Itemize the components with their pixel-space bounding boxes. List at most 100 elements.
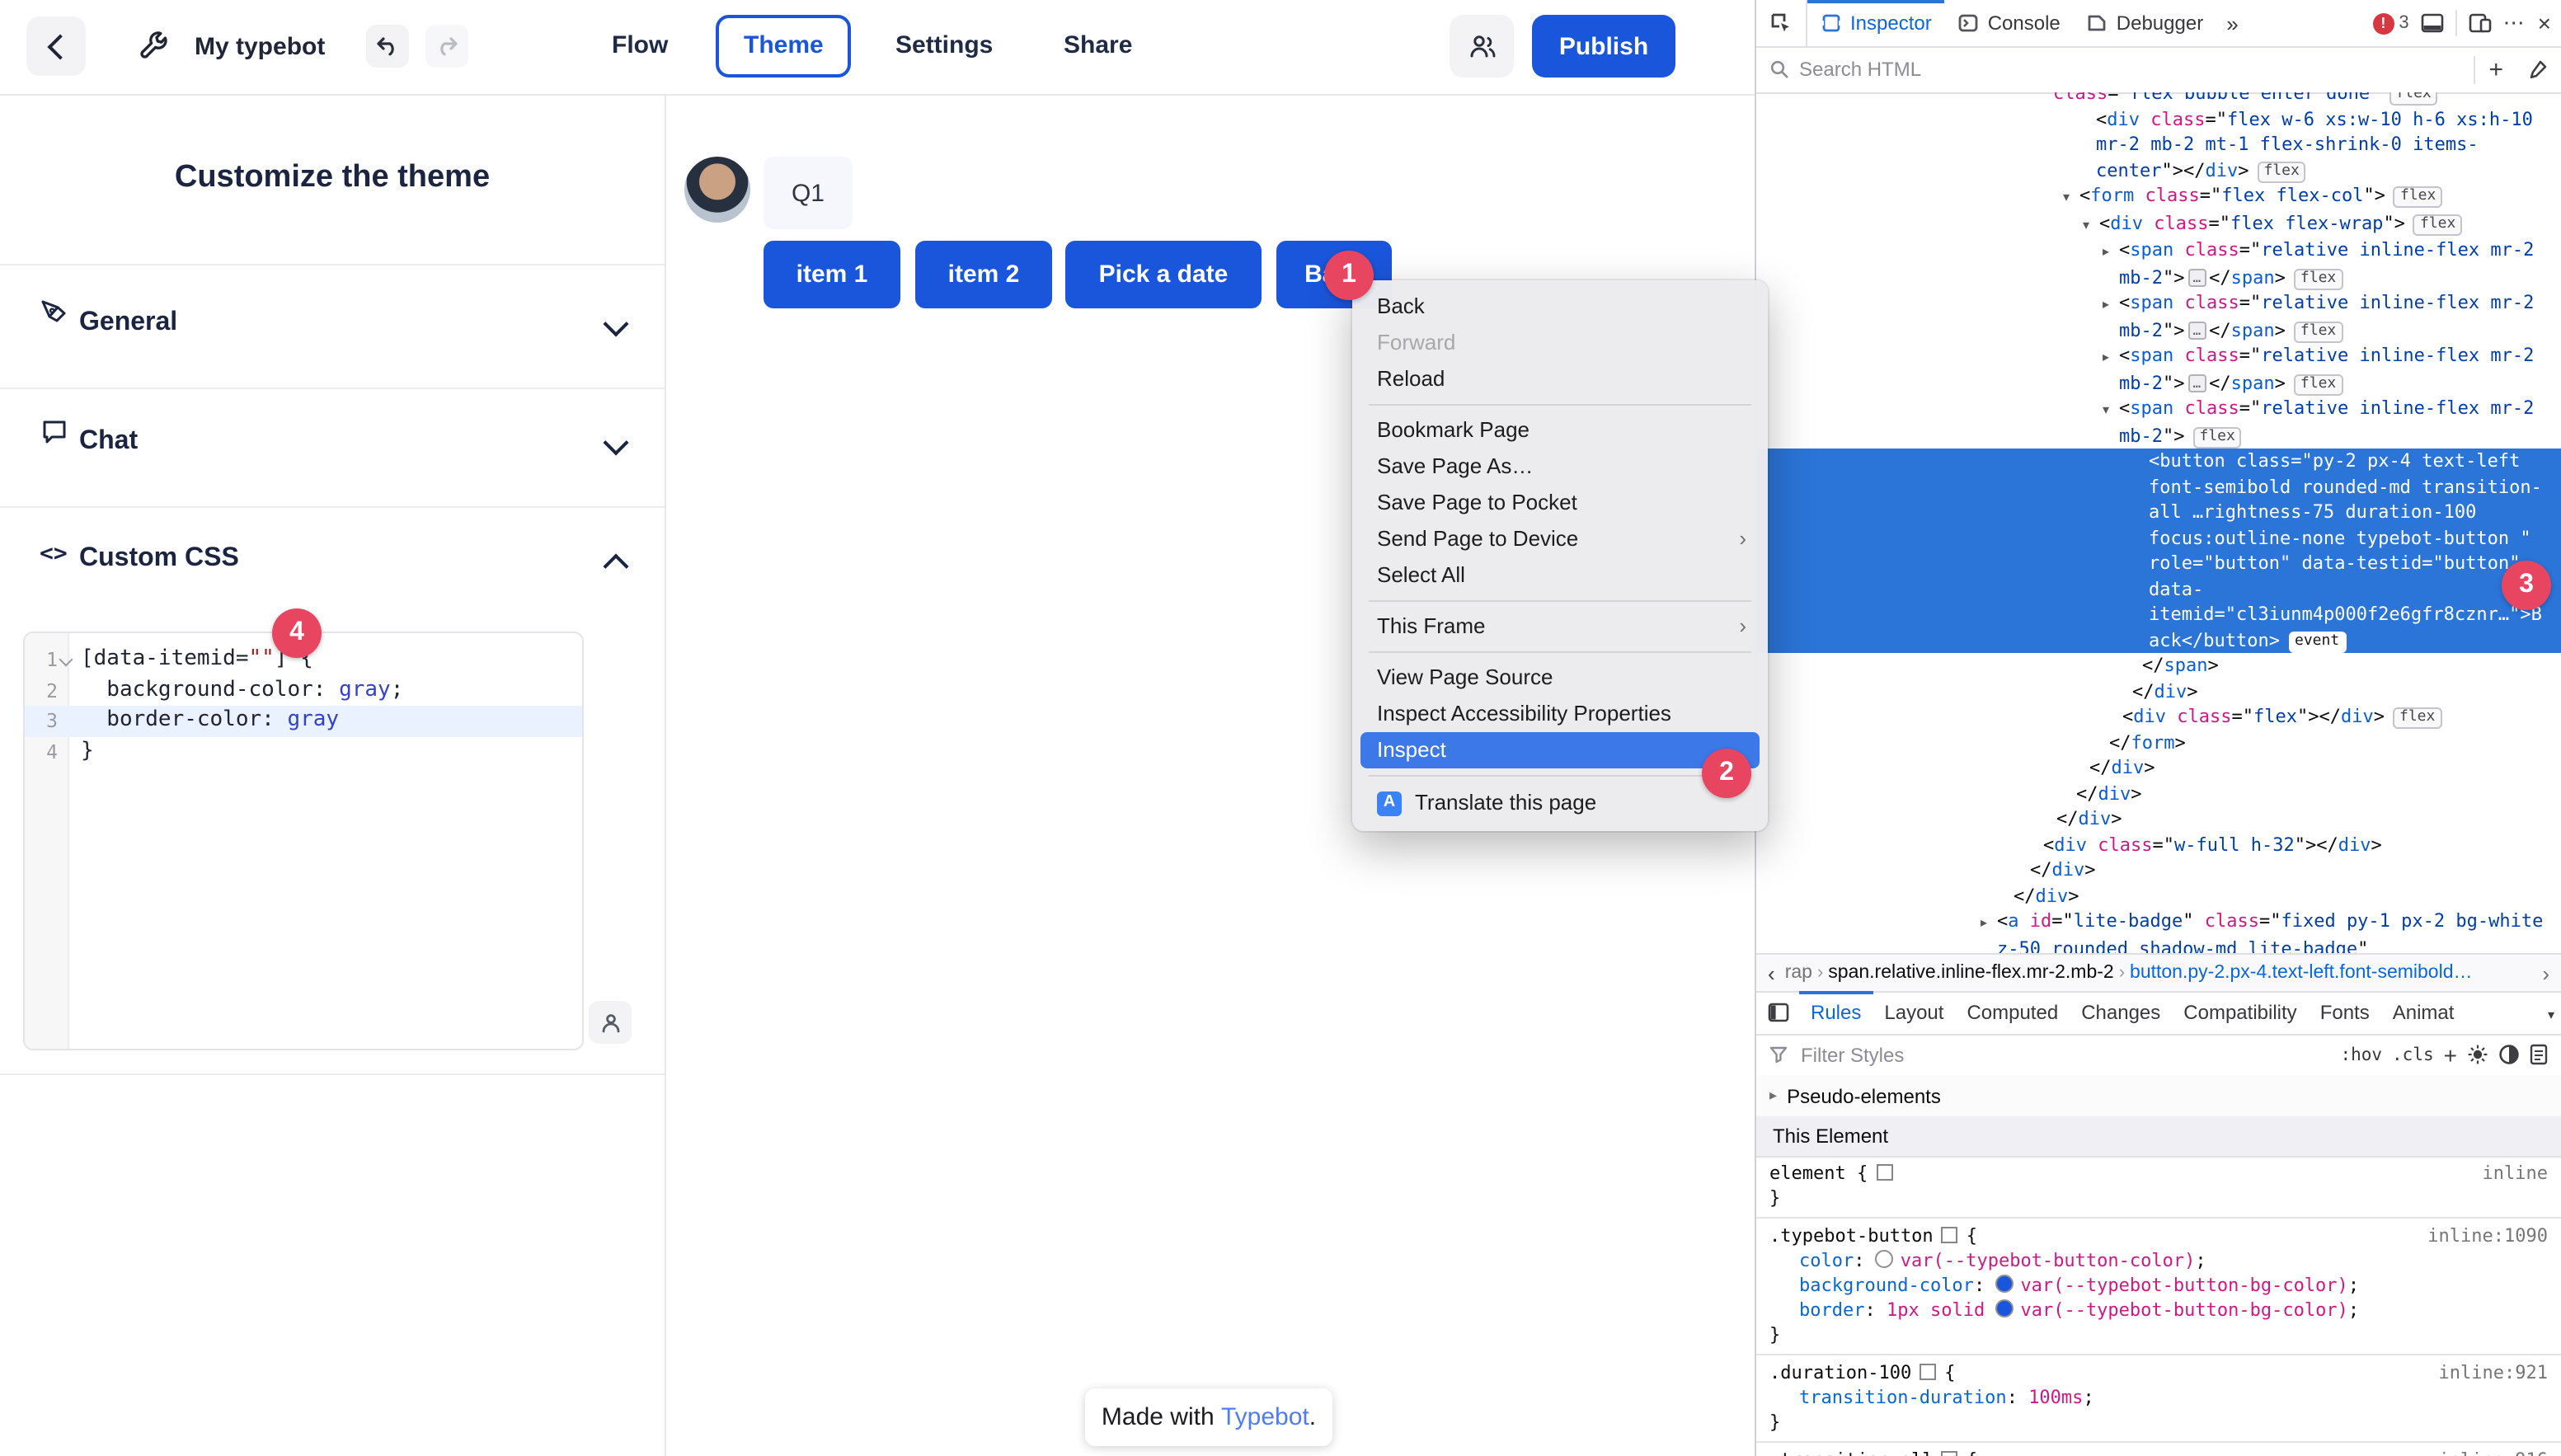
twisty-icon[interactable]: ▾	[2083, 212, 2099, 237]
dom-node[interactable]: <div class="flex w-6 xs:w-10 h-6 xs:h-10…	[1756, 106, 2561, 183]
devtools-tab-inspector[interactable]: Inspector	[1807, 0, 1945, 46]
tab-computed[interactable]: Computed	[1955, 991, 2070, 1034]
menu-item-translate-this-page[interactable]: ATranslate this page	[1360, 783, 1760, 823]
tab-compatibility[interactable]: Compatibility	[2172, 991, 2308, 1034]
menu-item-this-frame[interactable]: This Frame›	[1360, 608, 1760, 645]
rule-selector[interactable]: .duration-100	[1769, 1362, 1911, 1383]
flex-badge[interactable]: flex	[2294, 268, 2342, 289]
stylesheet-link[interactable]: inline:916	[2439, 1448, 2548, 1456]
section-custom-css[interactable]: <> Custom CSS	[0, 528, 665, 594]
color-swatch[interactable]	[1876, 1250, 1894, 1268]
menu-item-save-page-to-pocket[interactable]: Save Page to Pocket	[1360, 485, 1760, 521]
search-html-input[interactable]: Search HTML +	[1756, 46, 2561, 94]
dom-node[interactable]: <div class="w-full h-32"></div>	[1756, 832, 2561, 857]
toggle-hover[interactable]: :hov	[2340, 1045, 2382, 1064]
menu-item-back[interactable]: Back	[1360, 289, 1760, 325]
highlight-target-icon[interactable]	[1876, 1164, 1892, 1181]
stylesheet-icon[interactable]	[2530, 1044, 2548, 1065]
menu-item-bookmark-page[interactable]: Bookmark Page	[1360, 412, 1760, 449]
menu-item-view-page-source[interactable]: View Page Source	[1360, 660, 1760, 696]
tab-settings[interactable]: Settings	[895, 31, 993, 59]
light-theme-icon[interactable]	[2467, 1044, 2488, 1065]
filter-styles-input[interactable]: Filter Styles :hov .cls +	[1756, 1034, 2561, 1077]
tab-share[interactable]: Share	[1064, 31, 1132, 59]
error-count-button[interactable]: ! 3	[2372, 12, 2408, 34]
dom-node[interactable]: ▸<span class="relative inline-flex mr-2 …	[1756, 290, 2561, 343]
devtools-close-icon[interactable]: ×	[2538, 10, 2551, 36]
color-swatch[interactable]	[1995, 1299, 2014, 1317]
breadcrumb-back-icon[interactable]: ‹	[1763, 960, 1780, 985]
css-editor[interactable]: 1[data-itemid=""] {2 background-color: g…	[23, 632, 584, 1050]
more-tabs-button[interactable]: »	[2216, 0, 2248, 46]
add-rule-icon[interactable]: +	[2474, 55, 2516, 83]
menu-item-inspect[interactable]: Inspect	[1360, 732, 1760, 768]
redo-button[interactable]	[425, 25, 468, 68]
pseudo-elements-section[interactable]: ▸ Pseudo-elements	[1756, 1075, 2561, 1118]
highlight-target-icon[interactable]	[1942, 1227, 1958, 1243]
breadcrumb-item[interactable]: span.relative.inline-flex.mr-2.mb-2	[1823, 963, 2118, 983]
css-declaration[interactable]: transition-duration: 100ms;	[1769, 1385, 2548, 1410]
flex-badge[interactable]: flex	[2294, 373, 2342, 395]
devtools-tab-console[interactable]: Console	[1945, 0, 2074, 46]
dom-node[interactable]: ▸<a id="lite-badge" class="fixed py-1 px…	[1756, 909, 2561, 953]
twisty-icon[interactable]: ▸	[2103, 345, 2119, 370]
flex-badge[interactable]: flex	[2193, 426, 2242, 448]
flex-badge[interactable]: flex	[2394, 186, 2442, 208]
dom-node[interactable]: </form>	[1756, 730, 2561, 755]
collaborators-button[interactable]	[1450, 15, 1514, 77]
flex-badge[interactable]: flex	[2393, 707, 2441, 729]
node-picker-button[interactable]	[1756, 0, 1807, 46]
stylesheet-link[interactable]: inline:1090	[2427, 1224, 2548, 1248]
twisty-icon[interactable]: ▾	[2063, 185, 2079, 210]
flex-badge[interactable]: flex	[2389, 92, 2437, 106]
devtools-tab-debugger[interactable]: Debugger	[2074, 0, 2216, 46]
tab-theme[interactable]: Theme	[716, 15, 852, 77]
dom-node[interactable]: ▸<span class="relative inline-flex mr-2 …	[1756, 343, 2561, 396]
tab-layout[interactable]: Layout	[1873, 991, 1955, 1034]
dom-node[interactable]: ▾<form class="flex flex-col">flex	[1756, 183, 2561, 210]
publish-button[interactable]: Publish	[1532, 15, 1675, 77]
split-console-icon[interactable]	[2421, 13, 2444, 33]
tab-flow[interactable]: Flow	[612, 31, 668, 59]
twisty-icon[interactable]: ▸	[1981, 910, 1997, 936]
highlight-target-icon[interactable]	[1942, 1451, 1958, 1456]
tab-fonts[interactable]: Fonts	[2309, 991, 2381, 1034]
event-badge[interactable]: event	[2288, 631, 2346, 652]
dom-node[interactable]: </div>	[1756, 755, 2561, 781]
menu-item-reload[interactable]: Reload	[1360, 361, 1760, 397]
flex-badge[interactable]: flex	[2294, 321, 2342, 342]
dom-node[interactable]: ▸<span class="relative inline-flex mr-2 …	[1756, 237, 2561, 290]
dom-node[interactable]: </span>	[1756, 653, 2561, 679]
stylesheet-link[interactable]: inline:921	[2439, 1360, 2548, 1385]
menu-item-send-page-to-device[interactable]: Send Page to Device›	[1360, 521, 1760, 557]
rule-selector[interactable]: element	[1769, 1162, 1846, 1184]
dom-node-selected[interactable]: <button class="py-2 px-4 text-left font-…	[1756, 449, 2561, 653]
devtools-menu-icon[interactable]: ⋯	[2503, 10, 2526, 36]
stylesheet-link[interactable]: inline	[2483, 1161, 2549, 1186]
choice-button-item2[interactable]: item 2	[915, 241, 1052, 308]
dom-node[interactable]: <div class="flex"></div>flex	[1756, 704, 2561, 730]
twisty-icon[interactable]: ▸	[2103, 292, 2119, 317]
menu-item-save-page-as[interactable]: Save Page As…	[1360, 449, 1760, 485]
avatar-toggle-button[interactable]	[589, 1001, 632, 1044]
css-declaration[interactable]: background-color: var(--typebot-button-b…	[1769, 1273, 2548, 1298]
tabs-overflow-icon[interactable]: ▾	[2548, 1007, 2554, 1022]
breadcrumb-item[interactable]: rap	[1780, 963, 1817, 983]
css-declaration[interactable]: color: var(--typebot-button-color);	[1769, 1248, 2548, 1273]
fold-chevron-icon[interactable]	[59, 653, 73, 667]
print-media-icon[interactable]	[2498, 1044, 2520, 1065]
breadcrumb-forward-icon[interactable]: ›	[2537, 960, 2554, 985]
tab-changes[interactable]: Changes	[2070, 991, 2172, 1034]
section-chat[interactable]: Chat	[0, 411, 665, 477]
menu-item-select-all[interactable]: Select All	[1360, 557, 1760, 594]
tab-animations[interactable]: Animat	[2381, 991, 2466, 1034]
css-declaration[interactable]: border: 1px solid var(--typebot-button-b…	[1769, 1298, 2548, 1322]
choice-button-item1[interactable]: item 1	[764, 241, 900, 308]
undo-button[interactable]	[366, 25, 409, 68]
menu-item-inspect-accessibility-properties[interactable]: Inspect Accessibility Properties	[1360, 696, 1760, 732]
typebot-title[interactable]: My typebot	[195, 33, 325, 61]
tab-rules[interactable]: Rules	[1799, 991, 1873, 1034]
flex-badge[interactable]: flex	[2413, 214, 2462, 235]
dom-node[interactable]: </div>	[1756, 679, 2561, 704]
dom-node[interactable]: </div>	[1756, 806, 2561, 832]
